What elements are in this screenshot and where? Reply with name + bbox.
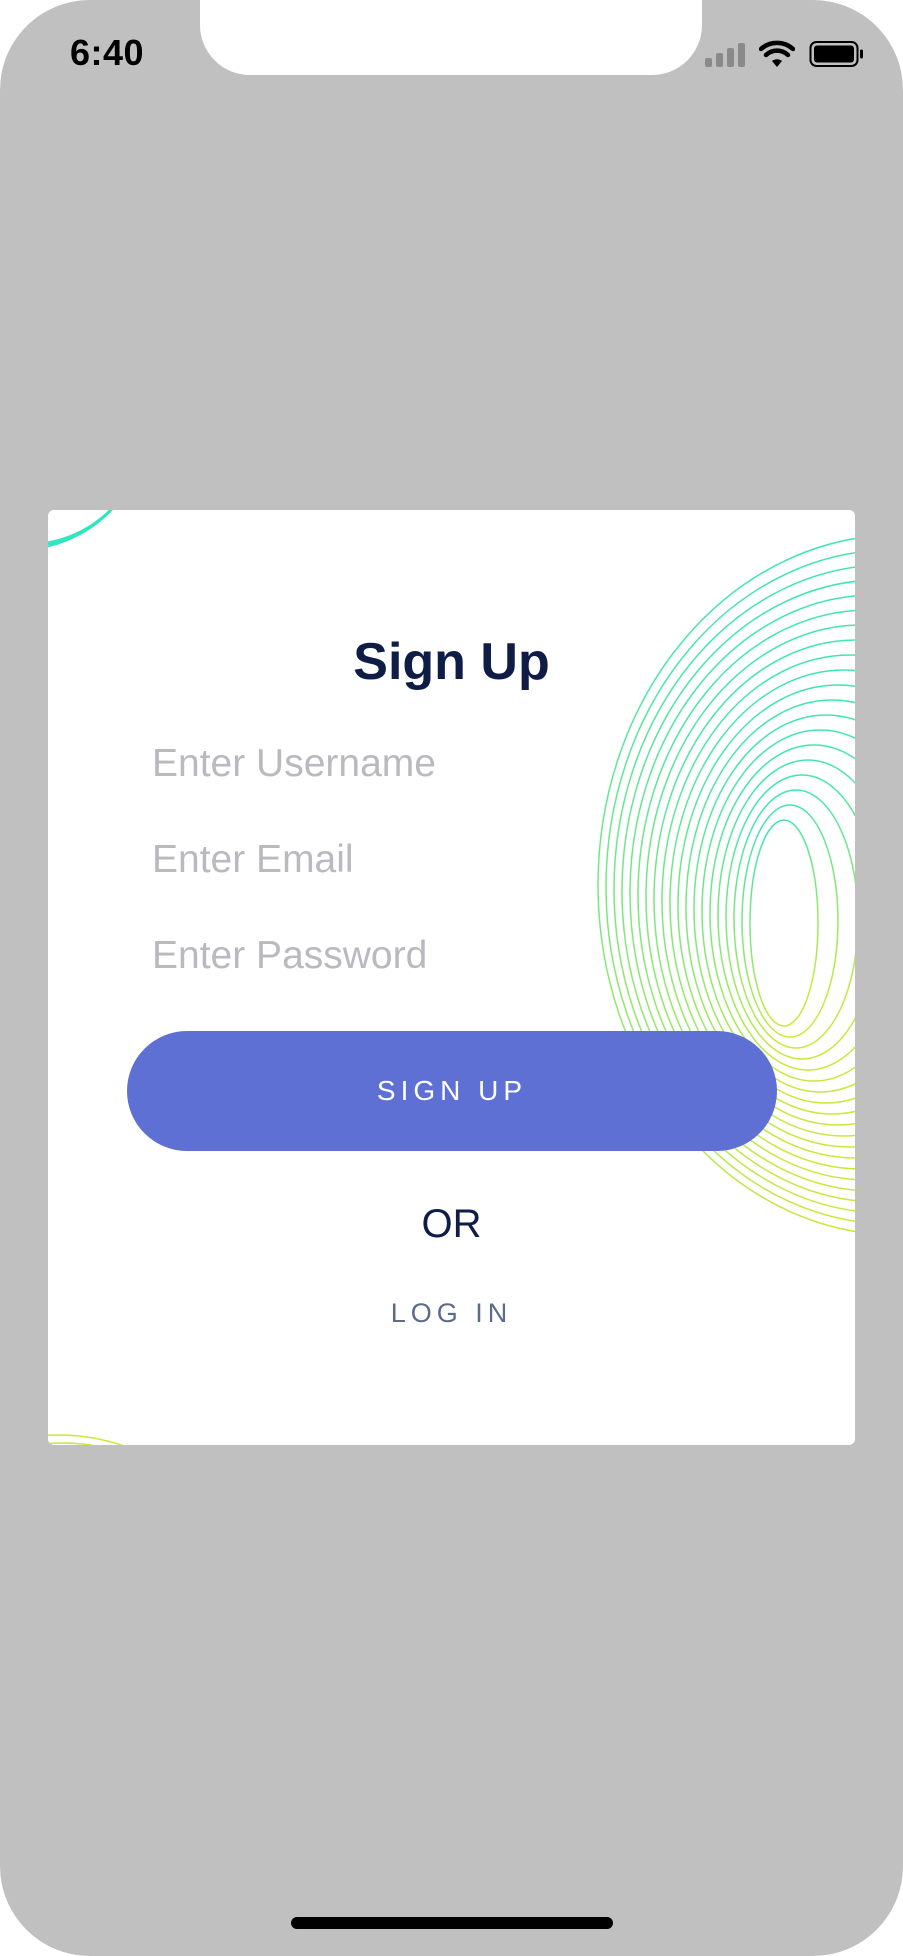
or-separator: OR [421, 1202, 482, 1246]
signup-button[interactable]: SIGN UP [127, 1031, 777, 1151]
signal-icon [705, 41, 745, 67]
battery-icon [809, 41, 863, 67]
email-input[interactable] [152, 828, 752, 892]
password-input[interactable] [152, 924, 752, 988]
notch [200, 0, 702, 75]
page-title: Sign Up [353, 633, 550, 691]
phone-screen: 6:40 Sign Up Enter Username Enter Email … [0, 0, 903, 1956]
username-input[interactable] [152, 732, 752, 796]
home-indicator [291, 1917, 613, 1929]
status-time: 6:40 [70, 32, 145, 73]
status-icons [705, 40, 865, 68]
wifi-icon [759, 40, 795, 67]
signup-card: Sign Up SIGN UP OR LOG IN [48, 510, 855, 1445]
login-link[interactable]: LOG IN [48, 1298, 855, 1329]
